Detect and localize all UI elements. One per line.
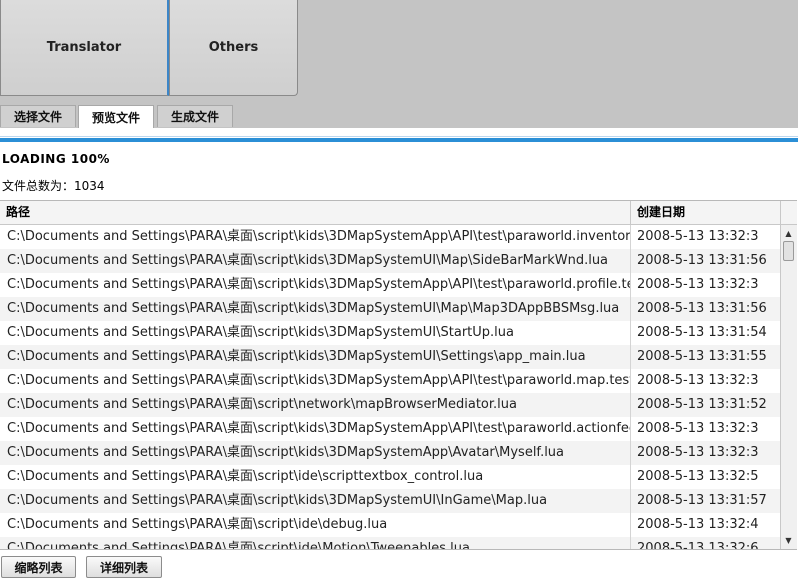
scroll-down-icon[interactable]: ▼: [783, 535, 794, 546]
summary-list-button[interactable]: 缩略列表: [1, 556, 76, 578]
cell-date: 2008-5-13 13:31:55: [630, 345, 780, 369]
cell-path: C:\Documents and Settings\PARA\桌面\script…: [7, 253, 609, 268]
cell-date: 2008-5-13 13:32:5: [630, 465, 780, 489]
cell-date: 2008-5-13 13:32:3: [630, 273, 780, 297]
table-row[interactable]: C:\Documents and Settings\PARA\桌面\script…: [0, 369, 780, 393]
cell-path: C:\Documents and Settings\PARA\桌面\script…: [7, 301, 620, 316]
cell-date: 2008-5-13 13:31:56: [630, 297, 780, 321]
table-row[interactable]: C:\Documents and Settings\PARA\桌面\script…: [0, 345, 780, 369]
table-row[interactable]: C:\Documents and Settings\PARA\桌面\script…: [0, 393, 780, 417]
table-row[interactable]: C:\Documents and Settings\PARA\桌面\script…: [0, 513, 780, 537]
divider: [0, 136, 798, 137]
table-row[interactable]: C:\Documents and Settings\PARA\桌面\script…: [0, 273, 780, 297]
cell-path: C:\Documents and Settings\PARA\桌面\script…: [7, 517, 388, 532]
scroll-thumb[interactable]: [783, 241, 794, 261]
header-scroll-corner: [780, 201, 797, 224]
cell-date: 2008-5-13 13:32:3: [630, 417, 780, 441]
cell-date: 2008-5-13 13:32:3: [630, 441, 780, 465]
cell-path: C:\Documents and Settings\PARA\桌面\script…: [7, 421, 630, 436]
cell-date: 2008-5-13 13:32:6: [630, 537, 780, 549]
tab-preview-files[interactable]: 预览文件: [78, 105, 154, 128]
grid-header: 路径 创建日期: [0, 201, 797, 225]
table-row[interactable]: C:\Documents and Settings\PARA\桌面\script…: [0, 441, 780, 465]
file-grid: 路径 创建日期 C:\Documents and Settings\PARA\桌…: [0, 200, 797, 550]
vertical-scrollbar[interactable]: ▲ ▼: [780, 225, 797, 549]
cell-path: C:\Documents and Settings\PARA\桌面\script…: [7, 349, 586, 364]
cell-path: C:\Documents and Settings\PARA\桌面\script…: [7, 445, 565, 460]
column-header-date[interactable]: 创建日期: [630, 201, 780, 224]
cell-path: C:\Documents and Settings\PARA\桌面\script…: [7, 541, 470, 549]
table-row[interactable]: C:\Documents and Settings\PARA\桌面\script…: [0, 297, 780, 321]
cell-date: 2008-5-13 13:31:52: [630, 393, 780, 417]
table-row[interactable]: C:\Documents and Settings\PARA\桌面\script…: [0, 249, 780, 273]
table-row[interactable]: C:\Documents and Settings\PARA\桌面\script…: [0, 489, 780, 513]
table-row[interactable]: C:\Documents and Settings\PARA\桌面\script…: [0, 537, 780, 549]
loading-status: LOADING 100%: [2, 152, 110, 166]
tab-generate-files[interactable]: 生成文件: [157, 105, 233, 127]
cell-date: 2008-5-13 13:32:3: [630, 225, 780, 249]
accent-divider: [0, 138, 798, 142]
column-header-path[interactable]: 路径: [0, 201, 630, 224]
file-count: 文件总数为：1034: [2, 179, 105, 193]
cell-path: C:\Documents and Settings\PARA\桌面\script…: [7, 373, 630, 388]
cell-path: C:\Documents and Settings\PARA\桌面\script…: [7, 469, 484, 484]
cell-date: 2008-5-13 13:31:57: [630, 489, 780, 513]
table-row[interactable]: C:\Documents and Settings\PARA\桌面\script…: [0, 465, 780, 489]
cell-path: C:\Documents and Settings\PARA\桌面\script…: [7, 397, 517, 412]
scroll-up-icon[interactable]: ▲: [783, 228, 794, 239]
cell-date: 2008-5-13 13:32:4: [630, 513, 780, 537]
cell-path: C:\Documents and Settings\PARA\桌面\script…: [7, 325, 514, 340]
grid-rows: C:\Documents and Settings\PARA\桌面\script…: [0, 225, 780, 549]
detail-list-button[interactable]: 详细列表: [86, 556, 162, 578]
others-button[interactable]: Others: [169, 0, 298, 96]
cell-date: 2008-5-13 13:31:56: [630, 249, 780, 273]
translator-button[interactable]: Translator: [0, 0, 169, 96]
table-row[interactable]: C:\Documents and Settings\PARA\桌面\script…: [0, 417, 780, 441]
cell-path: C:\Documents and Settings\PARA\桌面\script…: [7, 229, 630, 244]
tab-select-files[interactable]: 选择文件: [0, 105, 76, 127]
table-row[interactable]: C:\Documents and Settings\PARA\桌面\script…: [0, 321, 780, 345]
cell-date: 2008-5-13 13:31:54: [630, 321, 780, 345]
cell-path: C:\Documents and Settings\PARA\桌面\script…: [7, 277, 630, 292]
table-row[interactable]: C:\Documents and Settings\PARA\桌面\script…: [0, 225, 780, 249]
top-toolbar: Translator Others 选择文件 预览文件 生成文件: [0, 0, 798, 128]
cell-path: C:\Documents and Settings\PARA\桌面\script…: [7, 493, 548, 508]
cell-date: 2008-5-13 13:32:3: [630, 369, 780, 393]
